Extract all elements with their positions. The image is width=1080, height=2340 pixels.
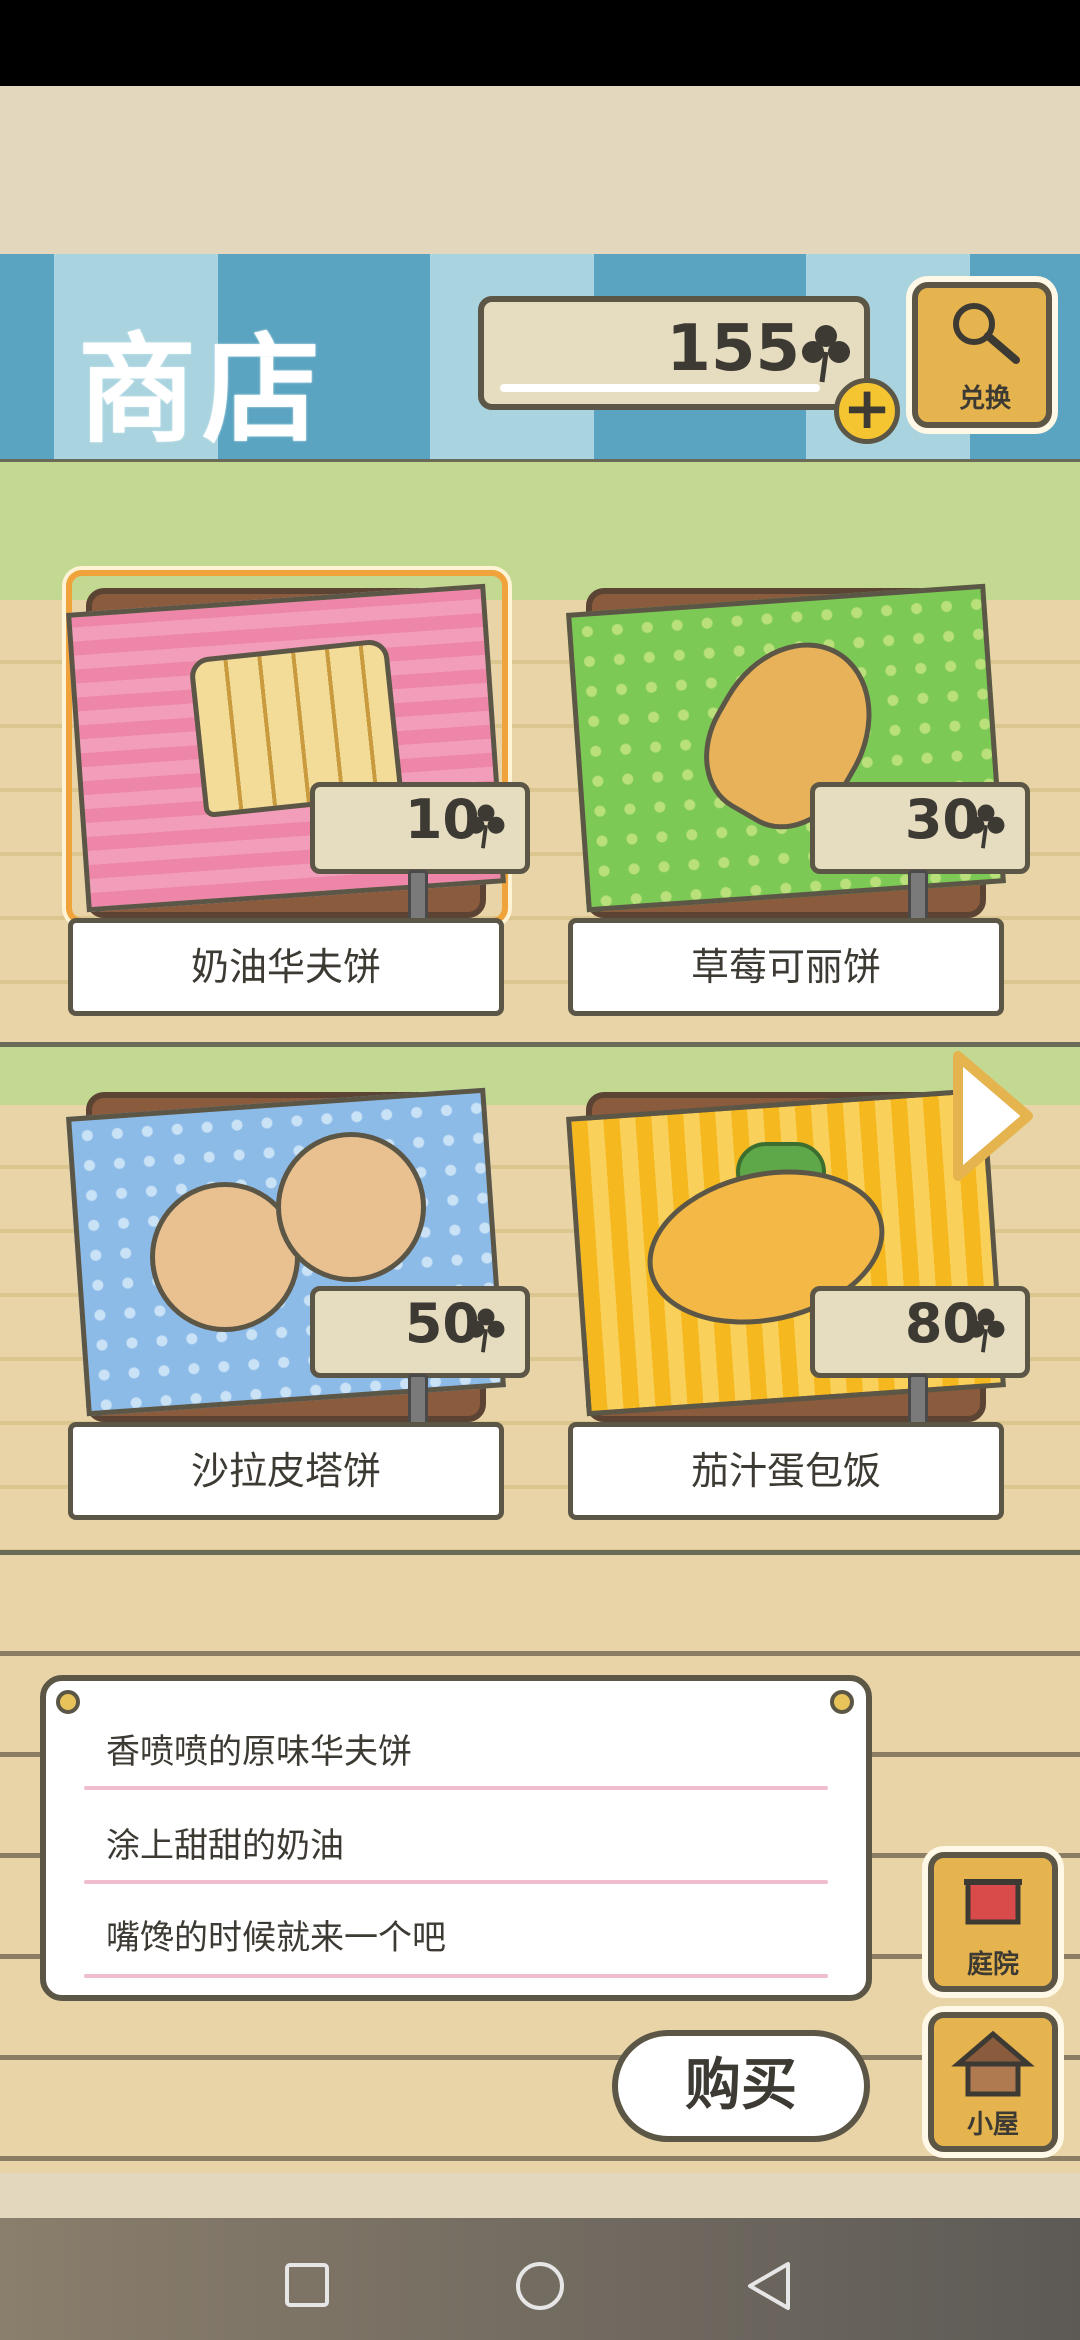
shop-item-card[interactable]: 50 沙拉皮塔饼 — [66, 1087, 530, 1522]
next-page-arrow-icon[interactable] — [948, 1046, 1038, 1186]
yard-label: 庭院 — [966, 1950, 1019, 1980]
item-name: 茄汁蛋包饭 — [568, 1422, 1004, 1520]
page-title: 商店 — [78, 321, 327, 459]
pin-icon — [830, 1690, 854, 1714]
status-bar — [0, 0, 1080, 86]
clover-icon — [467, 804, 505, 849]
item-name: 奶油华夫饼 — [68, 918, 504, 1016]
bottom-band — [0, 2173, 1080, 2218]
divider — [84, 1880, 828, 1884]
top-band — [0, 86, 1080, 254]
house-label: 小屋 — [966, 2110, 1019, 2140]
divider — [84, 1786, 828, 1790]
add-currency-button[interactable]: + — [834, 378, 900, 444]
shop-item-card[interactable]: 30 草莓可丽饼 — [566, 583, 1030, 1018]
magnifier-icon — [953, 303, 1020, 364]
recent-apps-icon[interactable] — [284, 2262, 330, 2308]
buy-button[interactable]: 购买 — [612, 2030, 870, 2142]
shop-item-card[interactable]: 10 奶油华夫饼 — [66, 583, 530, 1018]
item-name: 沙拉皮塔饼 — [68, 1422, 504, 1520]
house-icon — [951, 2030, 1035, 2097]
item-price: 10 — [404, 788, 480, 851]
clover-icon — [967, 804, 1005, 849]
back-icon[interactable] — [744, 2260, 794, 2312]
shop-item-card[interactable]: 80 茄汁蛋包饭 — [566, 1087, 1030, 1522]
description-line: 涂上甜甜的奶油 — [106, 1826, 344, 1866]
currency-amount: 155 — [666, 312, 800, 386]
divider — [84, 1974, 828, 1978]
description-line: 嘴馋的时候就来一个吧 — [106, 1918, 446, 1958]
home-icon[interactable] — [514, 2260, 566, 2312]
yard-icon — [964, 1879, 1022, 1925]
clover-icon — [967, 1308, 1005, 1353]
description-line: 香喷喷的原味华夫饼 — [106, 1732, 412, 1772]
pin-icon — [56, 1690, 80, 1714]
clover-icon — [467, 1308, 505, 1353]
item-price: 50 — [404, 1292, 480, 1355]
system-navigation-bar — [0, 2218, 1080, 2340]
pita-food-icon — [276, 1132, 426, 1282]
item-price: 30 — [904, 788, 980, 851]
item-price: 80 — [904, 1292, 980, 1355]
item-name: 草莓可丽饼 — [568, 918, 1004, 1016]
exchange-label: 兑换 — [958, 384, 1011, 414]
